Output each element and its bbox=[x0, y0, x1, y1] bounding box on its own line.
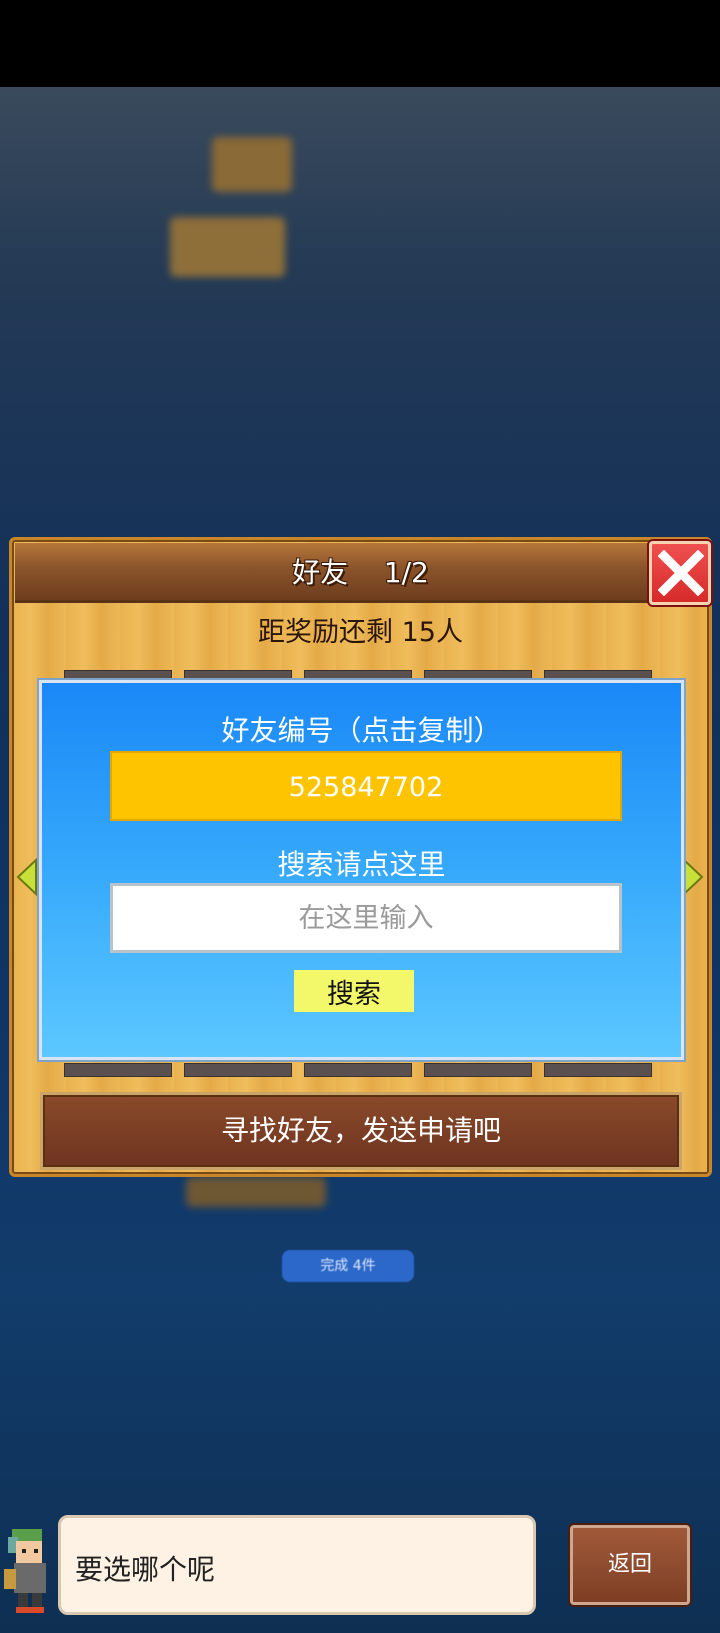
search-button[interactable]: 搜索 bbox=[294, 970, 414, 1012]
speech-text: 要选哪个呢 bbox=[75, 1553, 216, 1586]
arrow-left-icon[interactable] bbox=[16, 858, 38, 896]
close-button[interactable] bbox=[649, 541, 711, 605]
status-bar bbox=[0, 0, 720, 87]
dialog-header: 好友 1/2 bbox=[15, 541, 711, 605]
friend-slot bbox=[544, 1063, 652, 1077]
friend-slot bbox=[64, 1063, 172, 1077]
speech-bubble: 要选哪个呢 bbox=[58, 1515, 536, 1615]
done-count-pill: 完成 4件 bbox=[282, 1250, 414, 1282]
friend-slot bbox=[424, 1063, 532, 1077]
friend-slots-bottom bbox=[40, 1063, 685, 1077]
friends-dialog: 好友 1/2 距奖励还剩 15人 好友编号（点击复制） 525847702 搜索… bbox=[9, 537, 712, 1177]
dialog-title: 好友 1/2 bbox=[292, 556, 429, 589]
arrow-right-icon[interactable] bbox=[682, 858, 704, 896]
search-label: 搜索请点这里 bbox=[277, 848, 446, 881]
friend-search-panel: 好友编号（点击复制） 525847702 搜索请点这里 搜索 bbox=[39, 680, 684, 1060]
friend-search-input[interactable] bbox=[110, 883, 622, 953]
character-avatar-icon bbox=[4, 1529, 46, 1613]
back-button[interactable]: 返回 bbox=[570, 1525, 690, 1605]
reward-progress-text: 距奖励还剩 15人 bbox=[258, 617, 463, 648]
blurred-building bbox=[212, 137, 292, 192]
friend-slot bbox=[304, 1063, 412, 1077]
close-icon bbox=[658, 550, 704, 596]
blurred-sign bbox=[186, 1177, 326, 1207]
friend-code-copy-button[interactable]: 525847702 bbox=[110, 751, 622, 821]
friend-code-label: 好友编号（点击复制） bbox=[221, 714, 502, 747]
find-friends-button[interactable]: 寻找好友，发送申请吧 bbox=[40, 1092, 682, 1170]
friend-slot bbox=[184, 1063, 292, 1077]
blurred-building bbox=[170, 217, 285, 277]
